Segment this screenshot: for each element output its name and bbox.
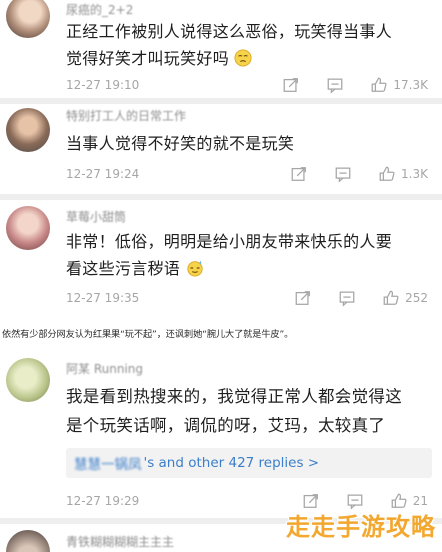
share-icon[interactable] — [281, 75, 301, 95]
comment-text-line-wrap: 觉得好笑才叫玩笑好吗 — [66, 45, 434, 72]
comment-text: 非常！低俗，明明是给小朋友带来快乐的人要 看这些污言秽语 — [66, 228, 434, 282]
thumbs-up-icon — [369, 75, 389, 95]
username[interactable]: 尿癌的_2+2 — [66, 1, 133, 18]
timestamp: 12-27 19:24 — [66, 167, 140, 181]
replies-link[interactable]: 慧慧一锅凤 's and other 427 replies > — [66, 448, 432, 478]
timestamp: 12-27 19:35 — [66, 291, 140, 305]
sad-face-emoji — [234, 49, 252, 67]
comment-text-line: 我是看到热搜来的，我觉得正常人都会觉得这 — [66, 387, 402, 406]
comment-meta: 12-27 19:35 252 — [66, 287, 428, 309]
comment-text: 当事人觉得不好笑的就不是玩笑 — [66, 130, 434, 157]
comment-text: 我是看到热搜来的，我觉得正常人都会觉得这 是个玩笑话啊，调侃的呀，艾玛，太较真了 — [66, 382, 434, 440]
comment-text-line: 非常！低俗，明明是给小朋友带来快乐的人要 — [66, 232, 393, 251]
thumbs-up-icon — [381, 288, 401, 308]
share-icon[interactable] — [289, 164, 309, 184]
comment-card: 阿某 Running 我是看到热搜来的，我觉得正常人都会觉得这 是个玩笑话啊，调… — [0, 350, 442, 518]
comment-meta: 12-27 19:10 17.3K — [66, 74, 428, 96]
username[interactable]: 阿某 Running — [66, 360, 143, 377]
avatar[interactable] — [6, 108, 50, 152]
avatar[interactable] — [6, 358, 50, 402]
comment-text-line: 当事人觉得不好笑的就不是玩笑 — [66, 134, 295, 153]
comment-meta: 12-27 19:24 1.3K — [66, 163, 428, 185]
comment-text-line-wrap: 看这些污言秽语 — [66, 255, 434, 282]
comment-text-line: 是个玩笑话啊，调侃的呀，艾玛，太较真了 — [66, 416, 386, 435]
thumbs-up-icon — [377, 164, 397, 184]
comment-card: 特别打工人的日常工作 当事人觉得不好笑的就不是玩笑 12-27 19:24 1.… — [0, 104, 442, 194]
avatar[interactable] — [6, 530, 50, 552]
comment-text-line: 看这些污言秽语 — [66, 259, 181, 278]
username[interactable]: 特别打工人的日常工作 — [66, 107, 186, 124]
watermark: 走走手游攻略 — [286, 513, 436, 541]
share-icon[interactable] — [293, 288, 313, 308]
like-button[interactable]: 1.3K — [377, 164, 428, 184]
like-button[interactable]: 252 — [381, 288, 428, 308]
username[interactable]: 青铁糊糊糊糊主主主 — [66, 533, 174, 550]
comment-text-line: 正经工作被别人说得这么恶俗，玩笑得当事人 — [66, 22, 393, 41]
comment-card: 尿癌的_2+2 正经工作被别人说得这么恶俗，玩笑得当事人 觉得好笑才叫玩笑好吗 … — [0, 0, 442, 98]
username[interactable]: 草莓小甜筒 — [66, 208, 126, 225]
article-caption: 依然有少部分网友认为红果果“玩不起”，还讽刺她“腕儿大了就是牛皮”。 — [2, 329, 294, 340]
avatar[interactable] — [6, 0, 50, 38]
avatar[interactable] — [6, 206, 50, 250]
like-count: 21 — [412, 494, 428, 508]
sweat-face-emoji — [186, 260, 203, 277]
like-count: 1.3K — [401, 167, 428, 181]
replies-count-text: 's and other 427 replies > — [143, 455, 320, 471]
like-count: 252 — [405, 291, 428, 305]
reply-author: 慧慧一锅凤 — [74, 457, 142, 473]
comment-card: 草莓小甜筒 非常！低俗，明明是给小朋友带来快乐的人要 看这些污言秽语 12-27… — [0, 200, 442, 318]
comment-text-line: 觉得好笑才叫玩笑好吗 — [66, 49, 230, 68]
comment-icon[interactable] — [337, 288, 357, 308]
comment-icon[interactable] — [325, 75, 345, 95]
like-count: 17.3K — [393, 78, 428, 92]
comment-text: 正经工作被别人说得这么恶俗，玩笑得当事人 觉得好笑才叫玩笑好吗 — [66, 18, 434, 72]
timestamp: 12-27 19:10 — [66, 78, 140, 92]
like-button[interactable]: 17.3K — [369, 75, 428, 95]
timestamp: 12-27 19:29 — [66, 494, 140, 508]
comment-icon[interactable] — [333, 164, 353, 184]
